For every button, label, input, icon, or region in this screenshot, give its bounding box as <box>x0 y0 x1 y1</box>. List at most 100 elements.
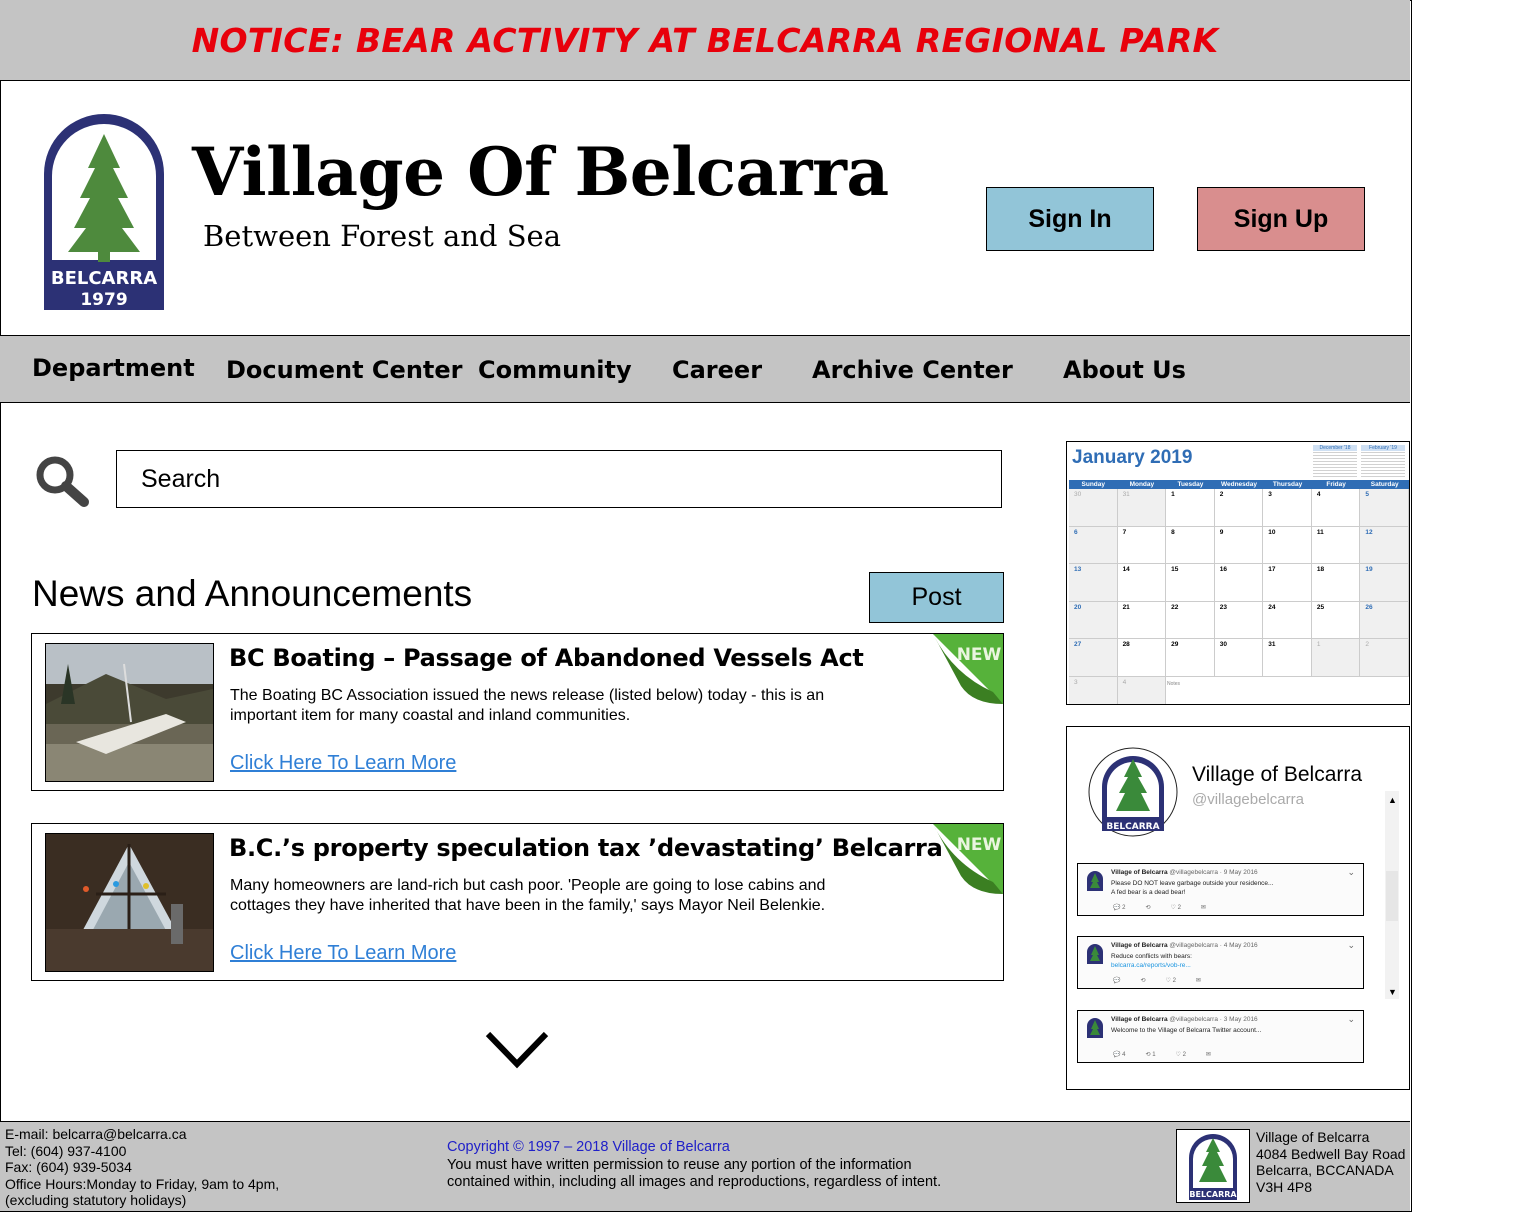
footer-address: Village of Belcarra 4084 Bedwell Bay Roa… <box>1256 1129 1406 1195</box>
calendar-day-cell[interactable]: 27 <box>1069 639 1118 677</box>
calendar-widget[interactable]: January 2019 December '18 February '19 S… <box>1066 441 1410 705</box>
calendar-day-cell[interactable]: 7 <box>1117 526 1167 564</box>
tweet-meta: Village of Belcarra @villagebelcarra · 9… <box>1111 869 1258 876</box>
chevron-down-icon: ⌄ <box>1347 940 1355 950</box>
footer-permission-2: contained within, including all images a… <box>447 1174 942 1190</box>
calendar-day-cell[interactable]: 11 <box>1311 526 1361 564</box>
calendar-day-cell[interactable]: 4 <box>1117 676 1167 704</box>
calendar-day-cell[interactable]: 28 <box>1117 639 1167 677</box>
calendar-day-cell[interactable]: 14 <box>1117 564 1167 602</box>
calendar-grid: 30 31 1 2 3 4 5 6 7 8 9 10 11 12 13 14 15 16 17 18 19 20 21 22 2… <box>1069 489 1409 704</box>
like-icon: ♡ 2 <box>1165 978 1176 984</box>
message-icon: ✉ <box>1200 905 1206 911</box>
search-field[interactable] <box>116 450 1002 508</box>
footer-logo[interactable]: BELCARRA <box>1176 1129 1250 1203</box>
learn-more-link[interactable]: Click Here To Learn More <box>230 752 456 775</box>
chevron-down-icon[interactable] <box>484 1030 550 1070</box>
message-icon: ✉ <box>1195 978 1201 984</box>
calendar-day-cell[interactable]: 30 <box>1214 639 1264 677</box>
calendar-day-cell[interactable]: 3 <box>1263 489 1312 527</box>
tweet-link[interactable]: belcarra.ca/reports/vob-re... <box>1111 961 1341 970</box>
calendar-day-cell[interactable]: 16 <box>1214 564 1264 602</box>
calendar-day-cell[interactable]: 2 <box>1214 489 1264 527</box>
calendar-day-cell[interactable]: 18 <box>1311 564 1361 602</box>
scroll-up-icon[interactable]: ▲ <box>1388 795 1397 805</box>
badge-text: NEW <box>957 645 1002 665</box>
search-icon[interactable] <box>34 455 90 507</box>
tweet-avatar <box>1087 1018 1103 1038</box>
learn-more-link[interactable]: Click Here To Learn More <box>230 942 456 965</box>
nav-item-community[interactable]: Community <box>478 356 632 384</box>
footer-email[interactable]: E-mail: belcarra@belcarra.ca <box>5 1126 279 1143</box>
calendar-day-cell[interactable]: 21 <box>1117 601 1167 639</box>
tweet-avatar <box>1087 944 1103 964</box>
main-nav: Department Document Center Community Car… <box>0 335 1410 403</box>
search-input[interactable] <box>139 463 1001 495</box>
retweet-icon: ⟲ 1 <box>1145 1052 1156 1058</box>
tweet[interactable]: Village of Belcarra @villagebelcarra · 3… <box>1077 1010 1364 1063</box>
sign-up-button[interactable]: Sign Up <box>1197 187 1365 251</box>
calendar-day-cell[interactable]: 10 <box>1263 526 1312 564</box>
calendar-day-cell[interactable]: 29 <box>1166 639 1215 677</box>
calendar-day-cell[interactable]: 5 <box>1360 489 1409 527</box>
calendar-day-cell[interactable]: 8 <box>1166 526 1215 564</box>
twitter-scrollbar[interactable]: ▲ ▼ <box>1385 791 1399 999</box>
calendar-day-cell[interactable]: 3 <box>1069 676 1118 704</box>
chevron-down-icon: ⌄ <box>1347 1014 1355 1024</box>
calendar-day-cell[interactable]: 31 <box>1263 639 1312 677</box>
scroll-thumb[interactable] <box>1386 871 1398 921</box>
message-icon: ✉ <box>1205 1052 1211 1058</box>
belcarra-logo[interactable]: BELCARRA 1979 <box>40 110 168 314</box>
nav-item-archive-center[interactable]: Archive Center <box>812 356 1013 384</box>
calendar-day-cell[interactable]: 30 <box>1069 489 1118 527</box>
calendar-day-cell[interactable]: 15 <box>1166 564 1215 602</box>
footer-hours: Office Hours:Monday to Friday, 9am to 4p… <box>5 1175 280 1192</box>
calendar-day-cell[interactable]: 24 <box>1263 601 1312 639</box>
calendar-day-cell[interactable]: 9 <box>1214 526 1264 564</box>
calendar-weekday-header: Sunday Monday Tuesday Wednesday Thursday Frid… <box>1069 480 1409 489</box>
calendar-month-title: January 2019 <box>1072 447 1193 468</box>
reply-icon: 💬 4 <box>1113 1052 1126 1058</box>
tweet-avatar <box>1087 871 1103 891</box>
calendar-day-cell[interactable]: 12 <box>1360 526 1409 564</box>
sign-in-button[interactable]: Sign In <box>986 187 1154 251</box>
site-tagline: Between Forest and Sea <box>203 219 562 253</box>
calendar-day-cell[interactable]: 19 <box>1360 564 1409 602</box>
retweet-icon: ⟲ <box>1140 978 1146 984</box>
calendar-day-cell[interactable]: 17 <box>1263 564 1312 602</box>
news-headline[interactable]: B.C.’s property speculation tax ’devasta… <box>229 834 943 862</box>
calendar-day-cell[interactable]: 6 <box>1069 526 1118 564</box>
calendar-day-cell[interactable]: 26 <box>1360 601 1409 639</box>
calendar-day-cell[interactable]: 31 <box>1117 489 1167 527</box>
calendar-day-cell[interactable]: 4 <box>1311 489 1361 527</box>
calendar-day-cell[interactable]: 1 <box>1166 489 1215 527</box>
calendar-day-cell[interactable]: 20 <box>1069 601 1118 639</box>
nav-item-career[interactable]: Career <box>672 356 762 384</box>
calendar-notes-label: Notes <box>1167 681 1181 687</box>
twitter-avatar[interactable]: BELCARRA <box>1088 747 1178 837</box>
svg-text:BELCARRA: BELCARRA <box>51 268 157 289</box>
nav-item-department[interactable]: Department <box>32 354 195 382</box>
twitter-handle[interactable]: @villagebelcarra <box>1192 791 1304 808</box>
post-button[interactable]: Post <box>869 572 1004 623</box>
like-icon: ♡ 2 <box>1170 905 1181 911</box>
scroll-down-icon[interactable]: ▼ <box>1388 987 1397 997</box>
footer-copyright[interactable]: Copyright © 1997 – 2018 Village of Belca… <box>447 1139 941 1157</box>
footer-legal: Copyright © 1997 – 2018 Village of Belca… <box>447 1139 941 1192</box>
nav-item-about-us[interactable]: About Us <box>1063 356 1186 384</box>
calendar-day-cell[interactable]: 22 <box>1166 601 1215 639</box>
news-headline[interactable]: BC Boating – Passage of Abandoned Vessel… <box>229 644 864 672</box>
calendar-day-cell[interactable]: 13 <box>1069 564 1118 602</box>
notice-banner[interactable]: NOTICE: BEAR ACTIVITY AT BELCARRA REGION… <box>0 0 1410 81</box>
news-section-title: News and Announcements <box>32 573 473 614</box>
calendar-day-cell[interactable]: 1 <box>1311 639 1361 677</box>
twitter-account-name[interactable]: Village of Belcarra <box>1192 763 1362 787</box>
notice-text: NOTICE: BEAR ACTIVITY AT BELCARRA REGION… <box>191 20 1219 60</box>
tweet[interactable]: Village of Belcarra @villagebelcarra · 4… <box>1077 936 1364 989</box>
calendar-day-cell[interactable]: 2 <box>1360 639 1409 677</box>
nav-item-document-center[interactable]: Document Center <box>226 356 462 384</box>
tweet-actions: 💬 2 ⟲ ♡ 2 ✉ <box>1113 904 1206 911</box>
calendar-day-cell[interactable]: 23 <box>1214 601 1264 639</box>
calendar-day-cell[interactable]: 25 <box>1311 601 1361 639</box>
tweet[interactable]: Village of Belcarra @villagebelcarra · 9… <box>1077 863 1364 916</box>
